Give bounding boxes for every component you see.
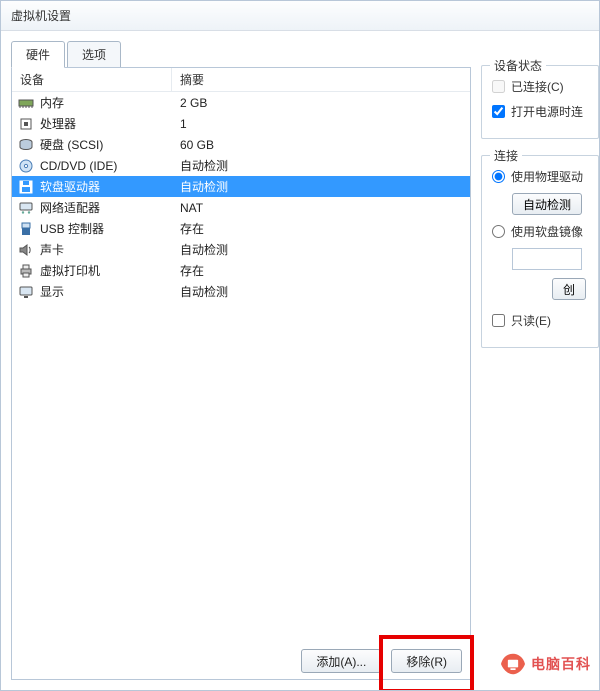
device-row[interactable]: 硬盘 (SCSI) 60 GB <box>12 134 470 155</box>
readonly-row[interactable]: 只读(E) <box>492 312 588 329</box>
readonly-checkbox[interactable] <box>492 314 505 327</box>
connected-row[interactable]: 已连接(C) <box>492 78 588 95</box>
sound-icon <box>18 242 34 258</box>
column-header-summary[interactable]: 摘要 <box>172 68 470 91</box>
device-summary: 存在 <box>172 262 470 279</box>
use-physical-label: 使用物理驱动 <box>511 168 583 185</box>
device-summary: 60 GB <box>172 138 470 152</box>
usb-icon <box>18 221 34 237</box>
device-name: 虚拟打印机 <box>40 262 100 279</box>
browse-button[interactable]: 创 <box>552 278 586 300</box>
remove-button[interactable]: 移除(R) <box>391 649 462 673</box>
cpu-icon <box>18 116 34 132</box>
window-titlebar: 虚拟机设置 <box>1 1 599 31</box>
device-button-row: 添加(A)... 移除(R) <box>12 639 470 679</box>
device-row[interactable]: 声卡 自动检测 <box>12 239 470 260</box>
use-image-radio[interactable] <box>492 225 505 238</box>
readonly-label: 只读(E) <box>511 312 551 329</box>
device-summary: 自动检测 <box>172 178 470 195</box>
device-status-group: 设备状态 已连接(C) 打开电源时连 <box>481 65 599 139</box>
device-row[interactable]: 网络适配器 NAT <box>12 197 470 218</box>
device-name: 软盘驱动器 <box>40 178 100 195</box>
device-name: 硬盘 (SCSI) <box>40 136 103 153</box>
device-list-header: 设备 摘要 <box>12 68 470 92</box>
add-button[interactable]: 添加(A)... <box>301 649 381 673</box>
connect-at-poweron-label: 打开电源时连 <box>511 103 583 120</box>
image-path-input[interactable] <box>512 248 582 270</box>
use-physical-row[interactable]: 使用物理驱动 <box>492 168 588 185</box>
tab-hardware[interactable]: 硬件 <box>11 41 65 68</box>
floppy-icon <box>18 179 34 195</box>
device-summary: 2 GB <box>172 96 470 110</box>
use-image-row[interactable]: 使用软盘镜像 <box>492 223 588 240</box>
device-name: 内存 <box>40 94 64 111</box>
display-icon <box>18 284 34 300</box>
connected-checkbox <box>492 80 505 93</box>
connect-at-poweron-row[interactable]: 打开电源时连 <box>492 103 588 120</box>
device-row[interactable]: 虚拟打印机 存在 <box>12 260 470 281</box>
tab-options[interactable]: 选项 <box>67 41 121 68</box>
device-name: CD/DVD (IDE) <box>40 159 117 173</box>
window-title: 虚拟机设置 <box>11 7 71 24</box>
connect-at-poweron-checkbox[interactable] <box>492 105 505 118</box>
device-row[interactable]: CD/DVD (IDE) 自动检测 <box>12 155 470 176</box>
tabs: 硬件 选项 <box>11 41 471 68</box>
device-name: 声卡 <box>40 241 64 258</box>
device-summary: NAT <box>172 201 470 215</box>
device-summary: 自动检测 <box>172 241 470 258</box>
printer-icon <box>18 263 34 279</box>
device-row[interactable]: USB 控制器 存在 <box>12 218 470 239</box>
auto-detect-button[interactable]: 自动检测 <box>512 193 582 215</box>
connected-label: 已连接(C) <box>511 78 564 95</box>
device-summary: 自动检测 <box>172 283 470 300</box>
column-header-device[interactable]: 设备 <box>12 68 172 91</box>
use-image-label: 使用软盘镜像 <box>511 223 583 240</box>
cd-icon <box>18 158 34 174</box>
connection-legend: 连接 <box>490 147 522 164</box>
device-name: USB 控制器 <box>40 220 104 237</box>
device-summary: 1 <box>172 117 470 131</box>
memory-icon <box>18 95 34 111</box>
disk-icon <box>18 137 34 153</box>
device-name: 网络适配器 <box>40 199 100 216</box>
device-name: 处理器 <box>40 115 76 132</box>
use-physical-radio[interactable] <box>492 170 505 183</box>
device-summary: 自动检测 <box>172 157 470 174</box>
device-name: 显示 <box>40 283 64 300</box>
device-summary: 存在 <box>172 220 470 237</box>
device-list-body: 内存 2 GB 处理器 1 硬盘 (SCSI) 60 GB CD/DVD (IDE) 自动检测… <box>12 92 470 639</box>
device-row[interactable]: 显示 自动检测 <box>12 281 470 302</box>
device-status-legend: 设备状态 <box>490 57 546 74</box>
device-row[interactable]: 处理器 1 <box>12 113 470 134</box>
device-row[interactable]: 软盘驱动器 自动检测 <box>12 176 470 197</box>
device-list-panel: 设备 摘要 内存 2 GB 处理器 1 硬盘 (SCSI) 60 GB CD/DVD (ID… <box>11 67 471 680</box>
net-icon <box>18 200 34 216</box>
connection-group: 连接 使用物理驱动 自动检测 使用软盘镜像 创 只读(E) <box>481 155 599 348</box>
device-row[interactable]: 内存 2 GB <box>12 92 470 113</box>
